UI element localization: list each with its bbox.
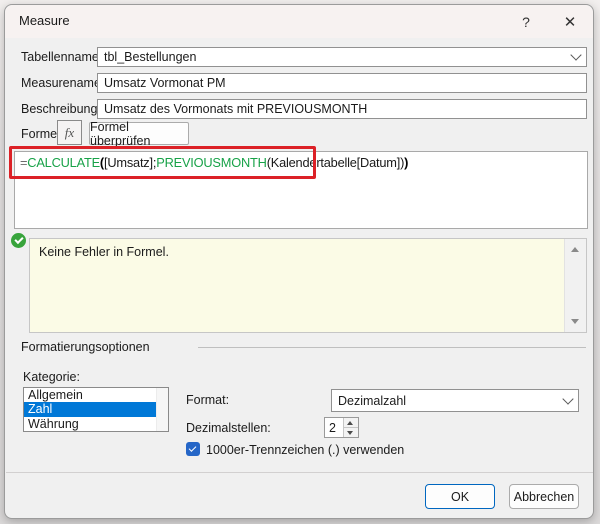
stepper-down-icon[interactable]	[344, 427, 358, 437]
table-name-value: tbl_Bestellungen	[104, 50, 196, 64]
scroll-down-icon[interactable]	[571, 319, 579, 324]
stepper-buttons	[343, 418, 358, 437]
validation-message-box: Keine Fehler in Formel.	[29, 238, 587, 333]
section-divider	[198, 347, 586, 348]
close-icon[interactable]: ✕	[557, 11, 583, 33]
ok-button[interactable]: OK	[425, 484, 495, 509]
formula-editor[interactable]: =CALCULATE([Umsatz];PREVIOUSMONTH(Kalend…	[14, 151, 588, 229]
format-label: Format:	[186, 393, 229, 407]
thousands-separator-label: 1000er-Trennzeichen (.) verwenden	[206, 443, 404, 457]
format-select[interactable]: Dezimalzahl	[331, 389, 579, 412]
measure-name-value: Umsatz Vormonat PM	[104, 76, 226, 90]
category-label: Kategorie:	[23, 370, 80, 384]
cancel-button[interactable]: Abbrechen	[509, 484, 579, 509]
thousands-separator-checkbox[interactable]	[186, 442, 200, 456]
check-formula-button[interactable]: Formel überprüfen	[89, 122, 189, 145]
measure-name-input[interactable]: Umsatz Vormonat PM	[97, 73, 587, 93]
formula-token-kalendertabelle: (Kalendertabelle[Datum])	[267, 155, 404, 170]
description-input[interactable]: Umsatz des Vormonats mit PREVIOUSMONTH	[97, 99, 587, 119]
stepper-up-icon[interactable]	[344, 418, 358, 427]
formula-token-calculate: CALCULATE	[27, 155, 100, 170]
message-scrollbar[interactable]	[564, 239, 586, 332]
screen-background: Measure ? ✕ Tabellenname: tbl_Bestellung…	[0, 0, 600, 524]
footer-divider	[6, 472, 594, 473]
decimals-label: Dezimalstellen:	[186, 421, 271, 435]
description-value: Umsatz des Vormonats mit PREVIOUSMONTH	[104, 102, 367, 116]
list-item-zahl-selected[interactable]: Zahl	[24, 402, 168, 416]
list-item-allgemein[interactable]: Allgemein	[24, 388, 168, 402]
fx-icon[interactable]: fx	[57, 120, 82, 145]
formula-token-umsatz: [Umsatz];	[104, 155, 156, 170]
listbox-scrollbar[interactable]	[156, 388, 168, 431]
table-name-label: Tabellenname:	[21, 50, 102, 64]
chevron-down-icon	[562, 393, 573, 404]
success-check-icon	[11, 233, 26, 248]
formatting-section-label: Formatierungsoptionen	[21, 340, 150, 354]
formula-token-previousmonth: PREVIOUSMONTH	[156, 155, 266, 170]
help-icon[interactable]: ?	[513, 11, 539, 33]
format-value: Dezimalzahl	[338, 394, 406, 408]
scroll-up-icon[interactable]	[571, 247, 579, 252]
validation-message: Keine Fehler in Formel.	[39, 245, 169, 259]
list-item-waehrung[interactable]: Währung	[24, 417, 168, 431]
category-listbox[interactable]: Allgemein Zahl Währung	[23, 387, 169, 432]
decimals-value[interactable]: 2	[325, 418, 343, 437]
decimals-stepper[interactable]: 2	[324, 417, 359, 438]
measure-name-label: Measurename:	[21, 76, 104, 90]
description-label: Beschreibung:	[21, 102, 101, 116]
formula-token-close-paren: )	[404, 155, 408, 170]
dialog-titlebar[interactable]: Measure ? ✕	[5, 5, 593, 38]
dialog-title: Measure	[19, 13, 70, 28]
table-name-select[interactable]: tbl_Bestellungen	[97, 47, 587, 67]
measure-dialog: Measure ? ✕ Tabellenname: tbl_Bestellung…	[4, 4, 594, 519]
chevron-down-icon	[570, 49, 581, 60]
